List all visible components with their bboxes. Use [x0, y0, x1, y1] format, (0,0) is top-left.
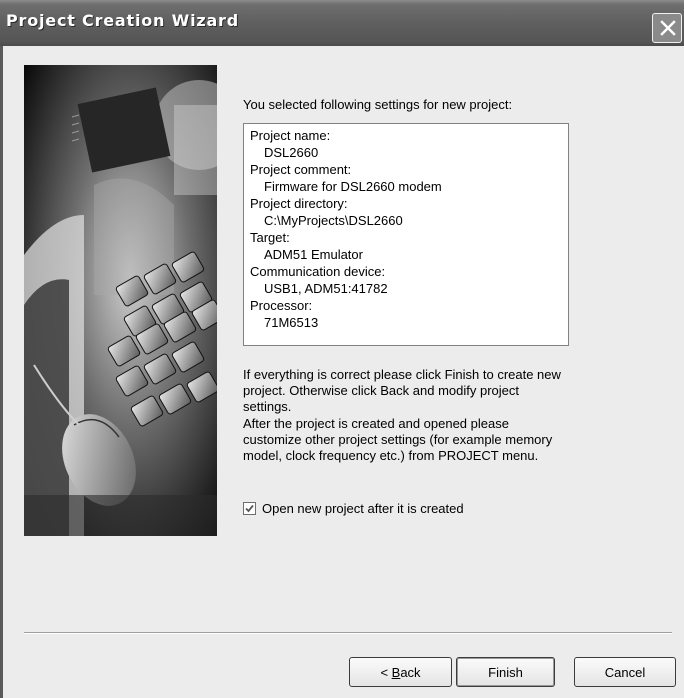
- back-button-mnemonic: B: [391, 664, 401, 680]
- open-project-checkbox-row[interactable]: Open new project after it is created: [243, 501, 464, 516]
- instructions-paragraph: After the project is created and opened …: [243, 415, 553, 464]
- summary-value: 71M6513: [264, 315, 319, 330]
- summary-label: Target:: [250, 230, 290, 245]
- summary-value: Firmware for DSL2660 modem: [264, 179, 442, 194]
- checkmark-icon: [245, 504, 254, 513]
- settings-summary: Project name: DSL2660 Project comment: F…: [243, 123, 569, 346]
- summary-value: C:\MyProjects\DSL2660: [264, 213, 403, 228]
- intro-text: You selected following settings for new …: [243, 97, 513, 112]
- cancel-button[interactable]: Cancel: [574, 657, 676, 687]
- summary-label: Project name:: [250, 128, 331, 143]
- summary-label: Project comment:: [250, 162, 352, 177]
- close-icon: [660, 20, 676, 36]
- summary-label: Communication device:: [250, 264, 386, 279]
- wizard-side-image: [24, 65, 217, 536]
- summary-value: USB1, ADM51:41782: [264, 281, 388, 296]
- back-button-prefix: <: [380, 664, 392, 680]
- close-button[interactable]: [652, 13, 682, 43]
- keyboard-mouse-illustration: [24, 65, 217, 536]
- back-button-label: ack: [400, 664, 421, 680]
- summary-value: ADM51 Emulator: [264, 247, 363, 262]
- open-project-checkbox-label[interactable]: Open new project after it is created: [262, 501, 464, 516]
- window-title: Project Creation Wizard: [6, 11, 240, 30]
- summary-label: Project directory:: [250, 196, 348, 211]
- instructions: If everything is correct please click Fi…: [243, 367, 563, 464]
- instructions-paragraph: If everything is correct please click Fi…: [243, 367, 561, 415]
- button-separator: [24, 632, 672, 634]
- back-button[interactable]: < Back: [349, 657, 452, 687]
- summary-value: DSL2660: [264, 145, 319, 160]
- finish-button[interactable]: Finish: [456, 657, 555, 687]
- summary-label: Processor:: [250, 298, 313, 313]
- wizard-window: Project Creation Wizard You selected fol…: [0, 0, 684, 698]
- title-bar[interactable]: Project Creation Wizard: [0, 0, 684, 46]
- open-project-checkbox[interactable]: [243, 502, 256, 515]
- window-border: [0, 46, 3, 698]
